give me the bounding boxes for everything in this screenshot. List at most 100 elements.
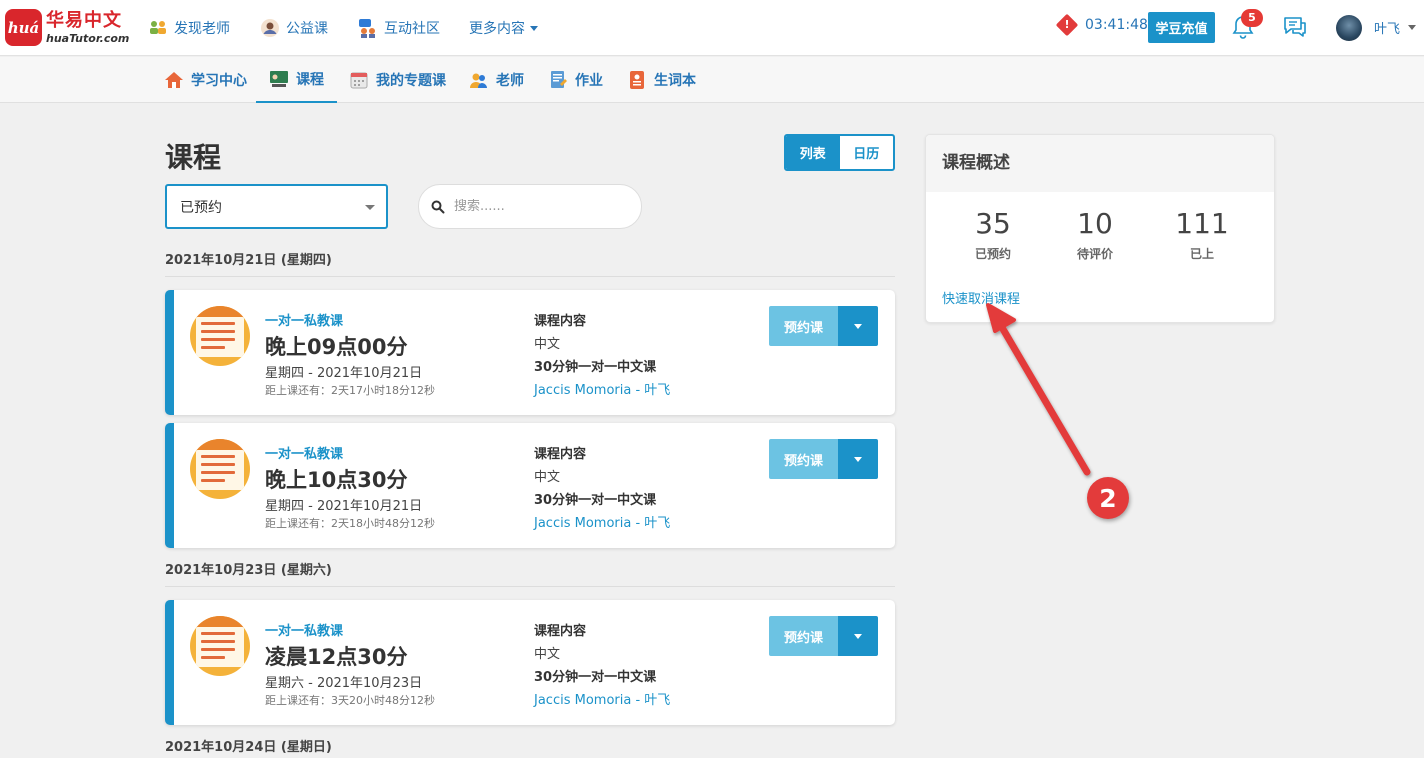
subnav-homework[interactable]: 作业 bbox=[548, 57, 603, 103]
teachers-icon bbox=[150, 21, 166, 34]
lesson-participants-link[interactable]: Jaccis Momoria - 叶飞 bbox=[534, 512, 670, 531]
lesson-date: 星期六 - 2021年10月23日 bbox=[265, 676, 423, 691]
subnav-my-topics[interactable]: 我的专题课 bbox=[349, 57, 446, 103]
chat-icon[interactable] bbox=[1282, 15, 1308, 39]
course-overview-panel: 课程概述 35 已预约 10 待评价 111 已上 快速取消课程 bbox=[925, 134, 1275, 323]
lesson-thumbnail bbox=[190, 306, 250, 366]
lesson-language: 中文 bbox=[534, 470, 561, 485]
status-filter-value: 已预约 bbox=[180, 199, 222, 216]
search-input[interactable] bbox=[454, 199, 624, 214]
classroom-icon bbox=[270, 71, 288, 87]
stat-number: 111 bbox=[1175, 207, 1229, 240]
chevron-down-icon bbox=[365, 205, 375, 210]
subnav-label: 老师 bbox=[496, 73, 524, 89]
subnav-teachers[interactable]: 老师 bbox=[469, 57, 524, 103]
nav-find-teachers[interactable]: 发现老师 bbox=[148, 16, 230, 40]
date-group-header: 2021年10月21日 (星期四) bbox=[165, 249, 895, 277]
stat-label: 已预约 bbox=[974, 247, 1011, 261]
nav-more-dropdown[interactable]: 更多内容 bbox=[469, 16, 538, 40]
lesson-participants-link[interactable]: Jaccis Momoria - 叶飞 bbox=[534, 689, 670, 708]
lesson-actions-dropdown[interactable] bbox=[838, 616, 878, 656]
annotation-step-badge: 2 bbox=[1087, 477, 1129, 519]
homework-icon bbox=[551, 71, 567, 88]
lesson-language: 中文 bbox=[534, 337, 561, 352]
sub-navbar: 学习中心 课程 我的专题课 老师 作业 生词本 bbox=[0, 57, 1424, 103]
recharge-button[interactable]: 学豆充值 bbox=[1148, 12, 1215, 43]
stat-completed: 111 已上 bbox=[1157, 207, 1247, 262]
session-timer: ! 03:41:48 bbox=[1055, 13, 1148, 37]
lesson-time: 晚上09点00分 bbox=[265, 335, 408, 359]
content-header: 课程内容 bbox=[534, 624, 587, 639]
home-icon bbox=[165, 72, 183, 88]
lesson-type[interactable]: 一对一私教课 bbox=[265, 620, 343, 639]
nav-community[interactable]: 互动社区 bbox=[358, 16, 440, 40]
lesson-date: 星期四 - 2021年10月21日 bbox=[265, 499, 423, 514]
lesson-actions-dropdown[interactable] bbox=[838, 439, 878, 479]
lesson-thumbnail bbox=[190, 439, 250, 499]
stat-label: 待评价 bbox=[1076, 247, 1113, 261]
subnav-label: 作业 bbox=[575, 73, 603, 89]
lesson-time: 凌晨12点30分 bbox=[265, 645, 408, 669]
lesson-type[interactable]: 一对一私教课 bbox=[265, 443, 343, 462]
lesson-card: 一对一私教课 凌晨12点30分 星期六 - 2021年10月23日 距上课还有：… bbox=[165, 600, 895, 725]
user-menu[interactable]: 叶飞 bbox=[1374, 18, 1417, 37]
chevron-down-icon bbox=[854, 323, 862, 329]
logo-title: 华易中文 bbox=[46, 9, 122, 31]
stat-number: 10 bbox=[1077, 207, 1113, 240]
chevron-down-icon bbox=[854, 633, 862, 639]
search-box bbox=[418, 184, 642, 229]
lesson-date: 星期四 - 2021年10月21日 bbox=[265, 366, 423, 381]
chevron-down-icon bbox=[854, 456, 862, 462]
lesson-title: 30分钟一对一中文课 bbox=[534, 360, 657, 375]
teacher-icon bbox=[470, 73, 487, 88]
quick-cancel-link[interactable]: 快速取消课程 bbox=[942, 288, 1020, 307]
subnav-courses[interactable]: 课程 bbox=[256, 57, 337, 103]
book-lesson-button[interactable]: 预约课 bbox=[769, 306, 838, 346]
calendar-view-button[interactable]: 日历 bbox=[840, 136, 894, 169]
nav-label: 更多内容 bbox=[469, 21, 525, 37]
lesson-card: 一对一私教课 晚上10点30分 星期四 - 2021年10月21日 距上课还有：… bbox=[165, 423, 895, 548]
lesson-title: 30分钟一对一中文课 bbox=[534, 493, 657, 508]
community-icon bbox=[359, 19, 375, 38]
lesson-actions-dropdown[interactable] bbox=[838, 306, 878, 346]
logo[interactable]: huá 华易中文 huaTutor.com bbox=[5, 9, 129, 46]
list-view-button[interactable]: 列表 bbox=[786, 136, 840, 169]
logo-domain: huaTutor.com bbox=[46, 31, 130, 45]
lesson-thumbnail bbox=[190, 616, 250, 676]
notification-badge: 5 bbox=[1241, 9, 1263, 27]
overview-title: 课程概述 bbox=[926, 135, 1274, 192]
lesson-card: 一对一私教课 晚上09点00分 星期四 - 2021年10月21日 距上课还有：… bbox=[165, 290, 895, 415]
view-toggle: 列表 日历 bbox=[784, 134, 895, 171]
subnav-vocab-book[interactable]: 生词本 bbox=[627, 57, 696, 103]
nav-label: 发现老师 bbox=[174, 21, 230, 37]
user-circle-icon bbox=[261, 19, 279, 37]
vocab-book-icon bbox=[630, 71, 644, 89]
lesson-language: 中文 bbox=[534, 647, 561, 662]
stat-number: 35 bbox=[975, 207, 1011, 240]
top-navbar: huá 华易中文 huaTutor.com 发现老师 公益课 互动社区 更多内容… bbox=[0, 0, 1424, 56]
page-title: 课程 bbox=[165, 141, 222, 174]
status-filter-select[interactable]: 已预约 bbox=[165, 184, 388, 229]
nav-label: 互动社区 bbox=[384, 21, 440, 37]
username-label: 叶飞 bbox=[1374, 22, 1401, 37]
book-lesson-button[interactable]: 预约课 bbox=[769, 616, 838, 656]
logo-badge: huá bbox=[5, 9, 42, 46]
stat-to-review: 10 待评价 bbox=[1050, 207, 1140, 262]
subnav-label: 课程 bbox=[296, 72, 324, 88]
subnav-label: 我的专题课 bbox=[376, 73, 446, 89]
warning-icon: ! bbox=[1055, 13, 1079, 37]
book-lesson-button[interactable]: 预约课 bbox=[769, 439, 838, 479]
timer-value: 03:41:48 bbox=[1085, 17, 1148, 33]
stat-label: 已上 bbox=[1189, 247, 1214, 261]
avatar[interactable] bbox=[1336, 15, 1362, 41]
lesson-participants-link[interactable]: Jaccis Momoria - 叶飞 bbox=[534, 379, 670, 398]
lesson-countdown: 距上课还有：2天17小时18分12秒 bbox=[265, 384, 435, 397]
stat-booked: 35 已预约 bbox=[948, 207, 1038, 262]
chevron-down-icon bbox=[530, 25, 538, 31]
lesson-time: 晚上10点30分 bbox=[265, 468, 408, 492]
chevron-down-icon bbox=[1408, 25, 1417, 30]
subnav-learning-center[interactable]: 学习中心 bbox=[164, 57, 247, 103]
nav-public-class[interactable]: 公益课 bbox=[260, 16, 328, 40]
lesson-type[interactable]: 一对一私教课 bbox=[265, 310, 343, 329]
subnav-label: 学习中心 bbox=[191, 73, 247, 89]
